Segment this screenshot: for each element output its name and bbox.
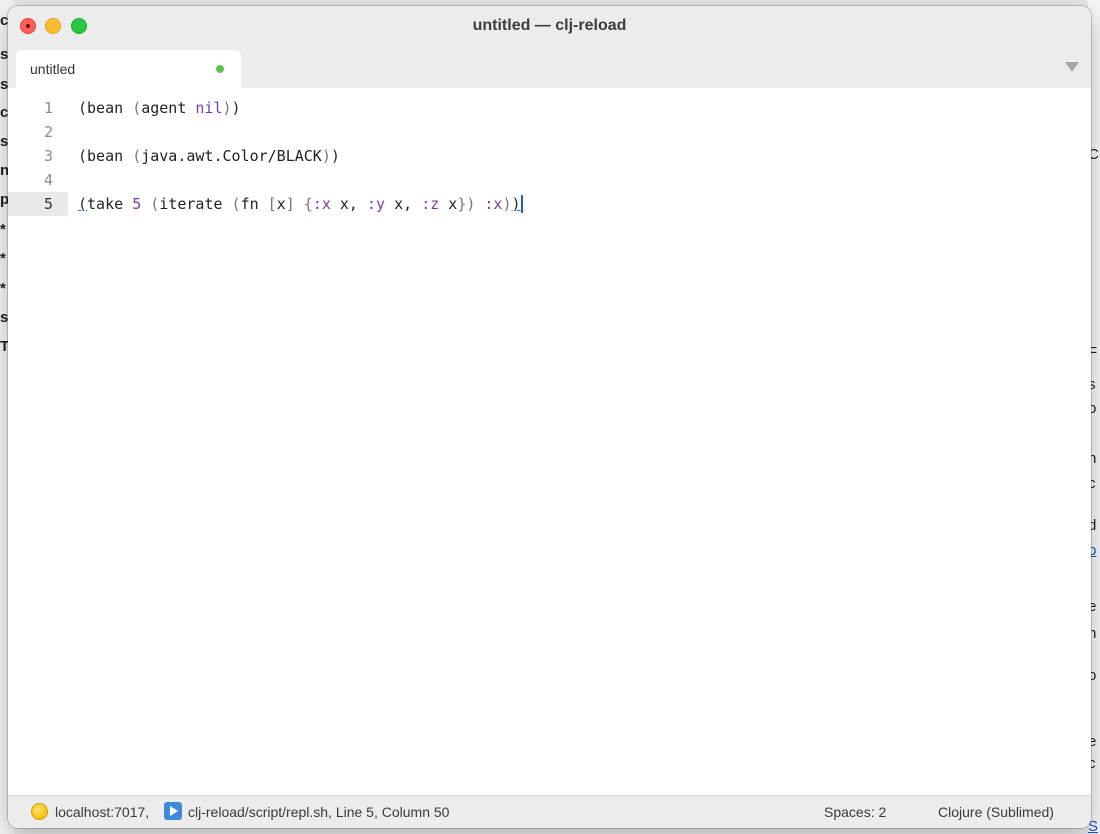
repl-status-icon[interactable] [31,803,48,820]
line-number: 2 [43,123,53,141]
syntax-selector[interactable]: Clojure (Sublimed) [938,804,1054,820]
line-number: 5 [8,192,68,216]
code-editor[interactable]: 1 (bean (agent nil)) 2 3 (bean (java.awt… [8,88,1091,796]
line-number: 1 [43,99,53,117]
dropdown-arrow-icon[interactable] [1065,62,1079,72]
bg-glyph: * [0,250,6,267]
play-icon[interactable] [164,802,182,820]
code-line[interactable]: 2 [8,120,1091,144]
title-bar[interactable]: untitled — clj-reload [8,6,1091,48]
code-line[interactable]: 3 (bean (java.awt.Color/BLACK)) [8,144,1091,168]
repl-host[interactable]: localhost:7017, [55,804,149,820]
code-text: (bean (java.awt.Color/BLACK)) [78,147,340,165]
tab-untitled[interactable]: untitled [16,50,241,88]
text-cursor: ) [511,195,523,213]
line-number: 4 [43,171,53,189]
tab-bar: untitled [8,48,1091,88]
code-line[interactable]: 4 [8,168,1091,192]
editor-window: untitled — clj-reload untitled 1 (bean (… [8,6,1091,828]
tab-label: untitled [30,61,76,77]
window-title: untitled — clj-reload [472,17,627,34]
code-text: (bean (agent nil)) [78,99,241,117]
code-line[interactable]: 1 (bean (agent nil)) [8,96,1091,120]
bg-glyph: * [0,221,6,238]
line-number: 3 [43,147,53,165]
unsaved-indicator-icon[interactable] [216,65,224,73]
code-line-current[interactable]: 5 (take 5 (iterate (fn [x] {:x x, :y x, … [8,192,1091,216]
status-bar: localhost:7017, clj-reload/script/repl.s… [8,795,1091,828]
code-text: (take 5 (iterate (fn [x] {:x x, :y x, :z… [78,195,523,213]
indentation-setting[interactable]: Spaces: 2 [824,804,886,820]
bg-glyph: * [0,280,6,297]
status-position: clj-reload/script/repl.sh, Line 5, Colum… [188,804,450,820]
